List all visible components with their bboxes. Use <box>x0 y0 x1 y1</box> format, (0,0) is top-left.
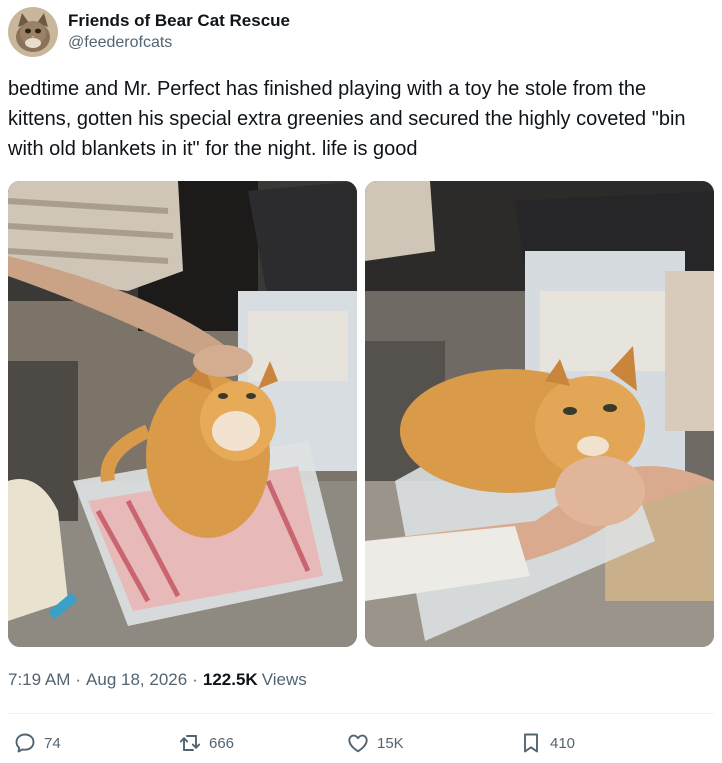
like-count: 15K <box>377 734 404 752</box>
photo-2[interactable] <box>365 181 714 647</box>
tweet-time[interactable]: 7:19 AM <box>8 668 70 692</box>
reply-button[interactable]: 74 <box>12 730 61 756</box>
action-bar: 74 666 15K 410 <box>12 730 712 758</box>
cat-in-bin-photo <box>8 181 357 647</box>
cat-avatar-icon <box>8 7 58 57</box>
views-label: Views <box>261 670 307 689</box>
author-display-name[interactable]: Friends of Bear Cat Rescue <box>68 10 290 32</box>
views-count: 122.5K <box>202 670 258 689</box>
repost-button[interactable]: 666 <box>177 730 234 756</box>
tweet-media <box>8 181 714 647</box>
like-button[interactable]: 15K <box>345 730 404 756</box>
tweet-meta: 7:19 AM · Aug 18, 2026 · 122.5K Views <box>8 668 307 692</box>
cat-chin-scratch-photo <box>365 181 714 647</box>
meta-separator: · <box>75 670 82 689</box>
photo-1[interactable] <box>8 181 357 647</box>
bookmark-button[interactable]: 410 <box>518 730 575 756</box>
author-handle[interactable]: @feederofcats <box>68 32 290 54</box>
reply-count: 74 <box>44 734 61 752</box>
author-avatar[interactable] <box>8 7 58 57</box>
tweet-date[interactable]: Aug 18, 2026 <box>86 668 187 692</box>
bookmark-count: 410 <box>550 734 576 752</box>
divider <box>8 713 714 714</box>
bookmark-icon <box>518 730 544 756</box>
repost-count: 666 <box>209 734 235 752</box>
heart-icon <box>345 730 371 756</box>
repost-icon <box>177 730 203 756</box>
tweet-header: Friends of Bear Cat Rescue @feederofcats <box>8 6 290 58</box>
reply-icon <box>12 730 38 756</box>
meta-separator: · <box>192 670 198 689</box>
tweet-text: bedtime and Mr. Perfect has finished pla… <box>8 78 692 160</box>
